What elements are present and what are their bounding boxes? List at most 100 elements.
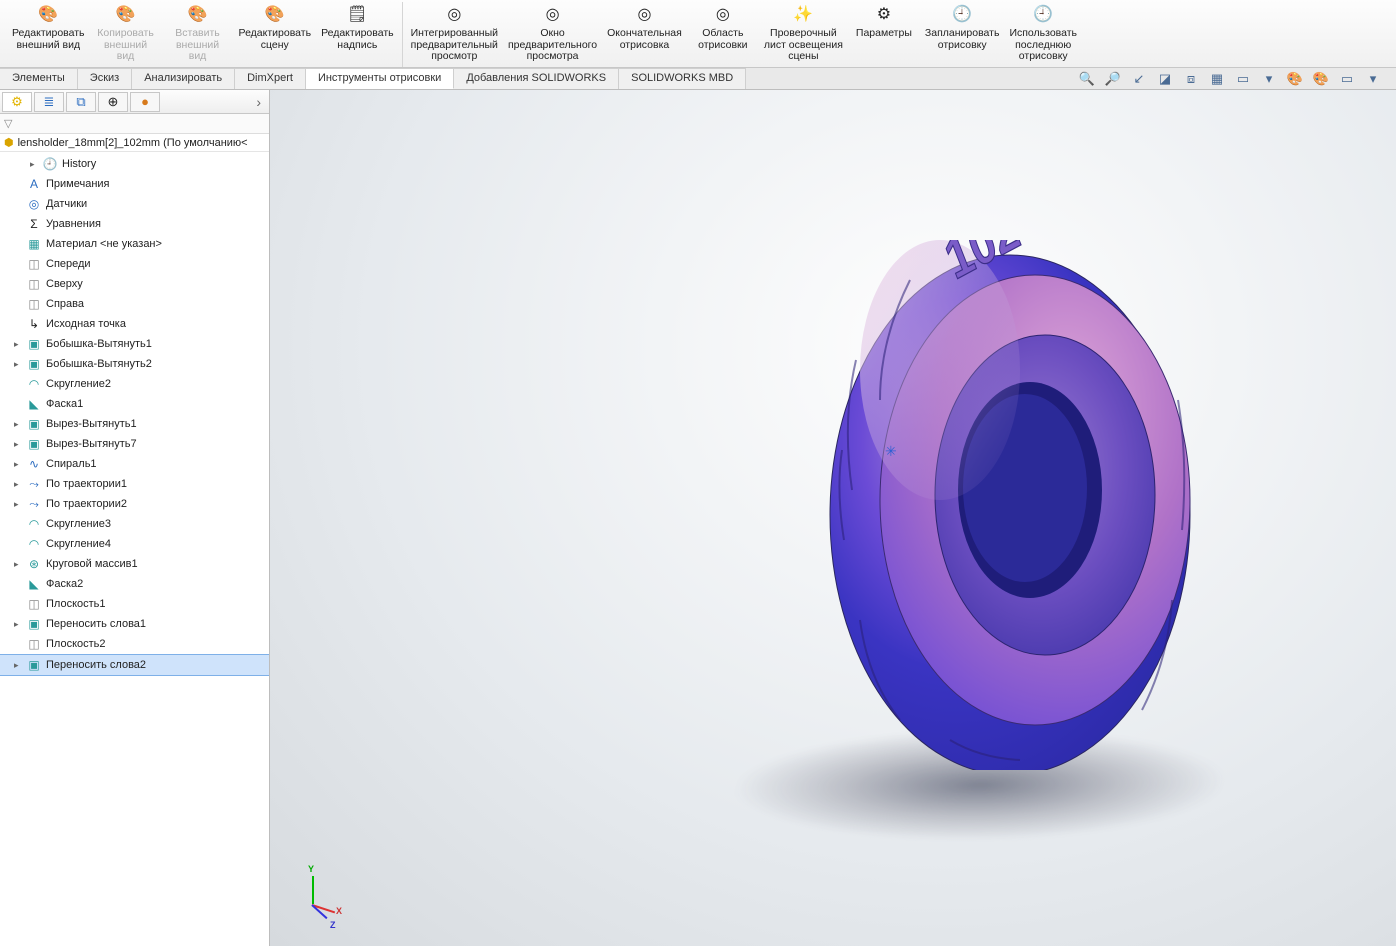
- expand-arrow-icon[interactable]: ▸: [14, 619, 22, 630]
- tree-item[interactable]: ◫Спереди: [0, 254, 269, 274]
- feature-label: Примечания: [46, 178, 110, 190]
- feature-icon: ◠: [26, 516, 42, 532]
- tree-item[interactable]: ▸▣Переносить слова2: [0, 654, 269, 676]
- sep2-icon[interactable]: ▾: [1364, 70, 1382, 88]
- edit-appearance-button[interactable]: 🎨Редактироватьвнешний вид: [8, 2, 89, 67]
- feature-icon: ⤳: [26, 496, 42, 512]
- hide-show-icon[interactable]: ▭: [1234, 70, 1252, 88]
- use-last-render-button[interactable]: 🕘Использоватьпоследнююотрисовку: [1005, 2, 1081, 67]
- integrated-preview-button[interactable]: ◎Интегрированныйпредварительныйпросмотр: [407, 2, 502, 67]
- tab-features[interactable]: Элементы: [0, 68, 78, 89]
- tab-mbd[interactable]: SOLIDWORKS MBD: [619, 68, 746, 89]
- apply-scene-icon[interactable]: 🎨: [1312, 70, 1330, 88]
- render-region-button[interactable]: ◎Областьотрисовки: [688, 2, 758, 67]
- tree-item[interactable]: ◠Скругление2: [0, 374, 269, 394]
- feature-manager-panel: ⚙≣⧉⊕● › ▽ ⬢ lensholder_18mm[2]_102mm (По …: [0, 90, 270, 946]
- tree-item[interactable]: ◫Справа: [0, 294, 269, 314]
- tree-item[interactable]: ◎Датчики: [0, 194, 269, 214]
- edit-scene-button[interactable]: 🎨Редактироватьсцену: [235, 2, 316, 67]
- edit-scene-label: Редактироватьсцену: [239, 28, 312, 51]
- zoom-area-icon[interactable]: 🔎: [1104, 70, 1122, 88]
- tree-item[interactable]: ◣Фаска1: [0, 394, 269, 414]
- tab-sketch[interactable]: Эскиз: [78, 68, 132, 89]
- feature-icon: ◎: [26, 196, 42, 212]
- final-render-button[interactable]: ◎Окончательнаяотрисовка: [603, 2, 686, 67]
- tree-item[interactable]: ▸∿Спираль1: [0, 454, 269, 474]
- section-icon[interactable]: ◪: [1156, 70, 1174, 88]
- use-last-render-label: Использоватьпоследнююотрисовку: [1009, 28, 1077, 63]
- tree-item[interactable]: ▸▣Бобышка-Вытянуть2: [0, 354, 269, 374]
- tree-item[interactable]: ▸🕘History: [0, 154, 269, 174]
- expand-arrow-icon[interactable]: ▸: [14, 419, 22, 430]
- edit-decal-button[interactable]: 🗒Редактироватьнадпись: [317, 2, 398, 67]
- schedule-render-label: Запланироватьотрисовку: [925, 28, 1000, 51]
- tab-evaluate[interactable]: Анализировать: [132, 68, 235, 89]
- feature-label: Скругление4: [46, 538, 111, 550]
- feature-icon: ◠: [26, 536, 42, 552]
- expand-arrow-icon[interactable]: ▸: [14, 459, 22, 470]
- tab-dimxpert[interactable]: DimXpert: [235, 68, 306, 89]
- graphics-viewport[interactable]: 102 ✳ Y X Z: [270, 90, 1396, 946]
- feature-icon: ▣: [26, 616, 42, 632]
- manager-tab-dimxpert-manager[interactable]: ⊕: [98, 92, 128, 112]
- tree-item[interactable]: ◠ Скругление4: [0, 534, 269, 554]
- ribbon-toolbar: 🎨Редактироватьвнешний вид🎨Копироватьвнеш…: [0, 0, 1396, 68]
- expand-arrow-icon[interactable]: ▸: [14, 499, 22, 510]
- tree-item[interactable]: ↳Исходная точка: [0, 314, 269, 334]
- manager-tab-config-manager[interactable]: ⧉: [66, 92, 96, 112]
- prev-view-icon[interactable]: ↙: [1130, 70, 1148, 88]
- preview-window-button[interactable]: ◎Окнопредварительногопросмотра: [504, 2, 601, 67]
- expand-arrow-icon[interactable]: ▸: [14, 479, 22, 490]
- tree-item[interactable]: ▸▣Бобышка-Вытянуть1: [0, 334, 269, 354]
- view-settings-icon[interactable]: ▭: [1338, 70, 1356, 88]
- feature-label: Сверху: [46, 278, 83, 290]
- edit-appearance-icon[interactable]: 🎨: [1286, 70, 1304, 88]
- light-check-button[interactable]: ✨Проверочныйлист освещениясцены: [760, 2, 847, 67]
- feature-icon: ◫: [26, 596, 42, 612]
- tree-item[interactable]: ◫Плоскость2: [0, 634, 269, 654]
- feature-label: Плоскость1: [46, 598, 106, 610]
- filter-icon: ▽: [4, 117, 12, 130]
- expand-arrow-icon[interactable]: ▸: [14, 660, 22, 671]
- tab-addins[interactable]: Добавления SOLIDWORKS: [454, 68, 619, 89]
- feature-tree-root[interactable]: ⬢ lensholder_18mm[2]_102mm (По умолчанию…: [0, 134, 269, 152]
- schedule-render-icon: 🕘: [951, 4, 973, 26]
- options-label: Параметры: [856, 28, 912, 40]
- feature-filter[interactable]: ▽: [0, 114, 269, 134]
- sep1-icon[interactable]: ▾: [1260, 70, 1278, 88]
- manager-tab-property-manager[interactable]: ≣: [34, 92, 64, 112]
- manager-tab-feature-manager[interactable]: ⚙: [2, 92, 32, 112]
- expand-arrow-icon[interactable]: ▸: [14, 359, 22, 370]
- schedule-render-button[interactable]: 🕘Запланироватьотрисовку: [921, 2, 1004, 67]
- paste-appearance-icon: 🎨: [187, 4, 209, 26]
- view-orient-icon[interactable]: ⧈: [1182, 70, 1200, 88]
- tree-item[interactable]: ▦Материал <не указан>: [0, 234, 269, 254]
- tree-item[interactable]: AПримечания: [0, 174, 269, 194]
- tree-item[interactable]: ▸⤳По траектории1: [0, 474, 269, 494]
- tree-item[interactable]: ▸▣Вырез-Вытянуть7: [0, 434, 269, 454]
- expand-arrow-icon[interactable]: ▸: [14, 339, 22, 350]
- axis-x-label: X: [336, 906, 342, 916]
- tree-item[interactable]: ▸⊛Круговой массив1: [0, 554, 269, 574]
- tree-item[interactable]: ◣Фаска2: [0, 574, 269, 594]
- tree-item[interactable]: ◫Сверху: [0, 274, 269, 294]
- panel-expand-arrow[interactable]: ›: [250, 94, 267, 110]
- tree-item[interactable]: ▸⤳По траектории2: [0, 494, 269, 514]
- tree-item[interactable]: ◫ Плоскость1: [0, 594, 269, 614]
- expand-arrow-icon[interactable]: ▸: [14, 439, 22, 450]
- options-button[interactable]: ⚙Параметры: [849, 2, 919, 67]
- tree-item[interactable]: ◠ Скругление3: [0, 514, 269, 534]
- tab-render-tools[interactable]: Инструменты отрисовки: [306, 68, 454, 89]
- expand-arrow-icon[interactable]: ▸: [14, 559, 22, 570]
- manager-tab-display-manager[interactable]: ●: [130, 92, 160, 112]
- zoom-fit-icon[interactable]: 🔍: [1078, 70, 1096, 88]
- feature-label: Скругление3: [46, 518, 111, 530]
- heads-up-view-toolbar: 🔍 🔎 ↙ ◪ ⧈ ▦ ▭ ▾ 🎨 🎨 ▭ ▾: [1064, 68, 1396, 89]
- feature-icon: ◫: [26, 636, 42, 652]
- tree-item[interactable]: ▸▣Переносить слова1: [0, 614, 269, 634]
- expand-arrow-icon[interactable]: ▸: [30, 159, 38, 170]
- tree-item[interactable]: ΣУравнения: [0, 214, 269, 234]
- view-triad[interactable]: Y X Z: [290, 866, 340, 926]
- display-style-icon[interactable]: ▦: [1208, 70, 1226, 88]
- tree-item[interactable]: ▸▣Вырез-Вытянуть1: [0, 414, 269, 434]
